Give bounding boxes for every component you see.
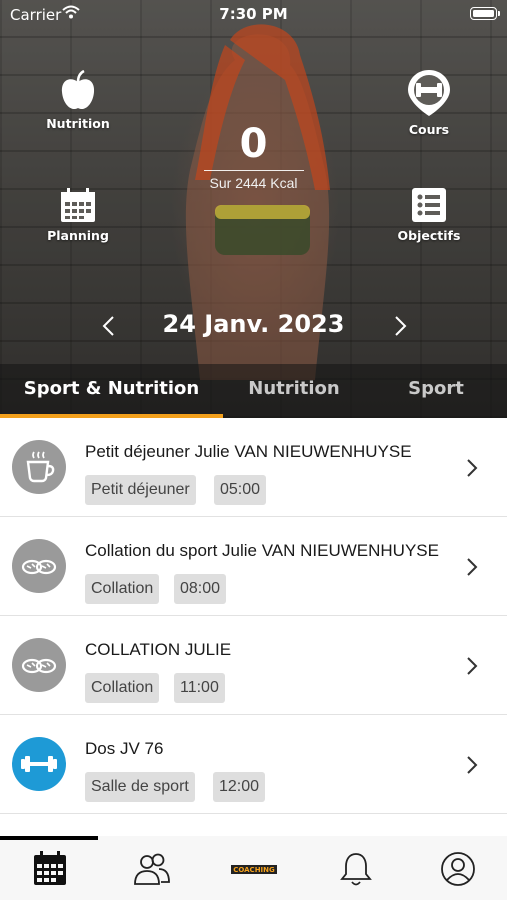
- segment-tabs: Sport & Nutrition Nutrition Sport: [0, 364, 507, 418]
- calorie-count: 0: [239, 121, 268, 167]
- bottom-tab-bar: COACHING: [0, 836, 507, 900]
- planning-button[interactable]: Planning: [33, 186, 123, 243]
- tab-sport[interactable]: Sport: [365, 364, 507, 414]
- date-navigator: 24 Janv. 2023: [0, 306, 507, 346]
- tab-sport-nutrition[interactable]: Sport & Nutrition: [0, 364, 223, 414]
- time-badge: 11:00: [174, 673, 225, 703]
- calorie-target: Sur 2444 Kcal: [209, 175, 298, 191]
- profile-icon[interactable]: [438, 850, 478, 888]
- meal-type-badge: Collation: [85, 574, 160, 604]
- list-item[interactable]: Collation du sport Julie VAN NIEUWENHUYS…: [0, 517, 507, 616]
- tab-nutrition[interactable]: Nutrition: [223, 364, 365, 414]
- bell-icon[interactable]: [336, 850, 376, 888]
- coaching-logo-icon: COACHING: [231, 865, 277, 874]
- apple-icon: [61, 70, 95, 110]
- next-day-arrow-icon[interactable]: [387, 314, 411, 338]
- list-item[interactable]: Dos JV 76 Salle de sport 12:00: [0, 715, 507, 814]
- hero-header: Carrier 7:30 PM Nutrition Cours Planning…: [0, 0, 507, 418]
- list-item[interactable]: Petit déjeuner Julie VAN NIEUWENHUYSE Pe…: [0, 418, 507, 517]
- dumbbell-icon: [21, 756, 57, 772]
- item-title: Collation du sport Julie VAN NIEUWENHUYS…: [85, 541, 439, 560]
- cookies-icon: [21, 658, 57, 674]
- coffee-cup-icon: [26, 451, 55, 483]
- meal-avatar: [12, 440, 66, 494]
- time-badge: 08:00: [174, 574, 227, 604]
- item-title: Dos JV 76: [85, 739, 164, 758]
- cookies-icon: [21, 559, 57, 575]
- checklist-icon: [412, 188, 446, 222]
- meal-type-badge: Petit déjeuner: [85, 475, 196, 505]
- battery-icon: [470, 7, 500, 20]
- cours-button[interactable]: Cours: [384, 68, 474, 137]
- clock: 7:30 PM: [219, 5, 288, 23]
- objectifs-button[interactable]: Objectifs: [384, 186, 474, 243]
- meal-avatar: [12, 638, 66, 692]
- active-tab-indicator: [0, 414, 223, 418]
- nutrition-button[interactable]: Nutrition: [33, 70, 123, 131]
- coaching-logo[interactable]: COACHING: [228, 850, 280, 888]
- chevron-right-icon: [467, 459, 478, 477]
- planning-label: Planning: [47, 228, 109, 243]
- chevron-right-icon: [467, 657, 478, 675]
- time-badge: 12:00: [213, 772, 266, 802]
- calendar-icon[interactable]: [30, 850, 70, 888]
- meal-avatar: [12, 539, 66, 593]
- meal-type-badge: Collation: [85, 673, 160, 703]
- current-date: 24 Janv. 2023: [162, 310, 345, 338]
- coaching-logo-text: COACHING: [233, 866, 275, 874]
- item-title: COLLATION JULIE: [85, 640, 232, 659]
- time-badge: 05:00: [214, 475, 267, 505]
- item-title: Petit déjeuner Julie VAN NIEUWENHUYSE: [85, 442, 412, 461]
- chevron-right-icon: [467, 756, 478, 774]
- active-tab-line: [0, 836, 98, 840]
- nutrition-label: Nutrition: [46, 116, 110, 131]
- calendar-icon: [61, 188, 95, 222]
- calorie-summary: 0 Sur 2444 Kcal: [180, 122, 327, 191]
- objectifs-label: Objectifs: [397, 228, 461, 243]
- chevron-right-icon: [467, 558, 478, 576]
- users-icon[interactable]: [132, 850, 172, 888]
- workout-type-badge: Salle de sport: [85, 772, 195, 802]
- calorie-divider: [203, 170, 304, 171]
- activity-list: Petit déjeuner Julie VAN NIEUWENHUYSE Pe…: [0, 418, 507, 814]
- cours-label: Cours: [408, 122, 450, 137]
- workout-avatar: [12, 737, 66, 791]
- list-item[interactable]: COLLATION JULIE Collation 11:00: [0, 616, 507, 715]
- status-bar: Carrier 7:30 PM: [0, 0, 507, 28]
- dumbbell-pin-icon: [408, 70, 450, 116]
